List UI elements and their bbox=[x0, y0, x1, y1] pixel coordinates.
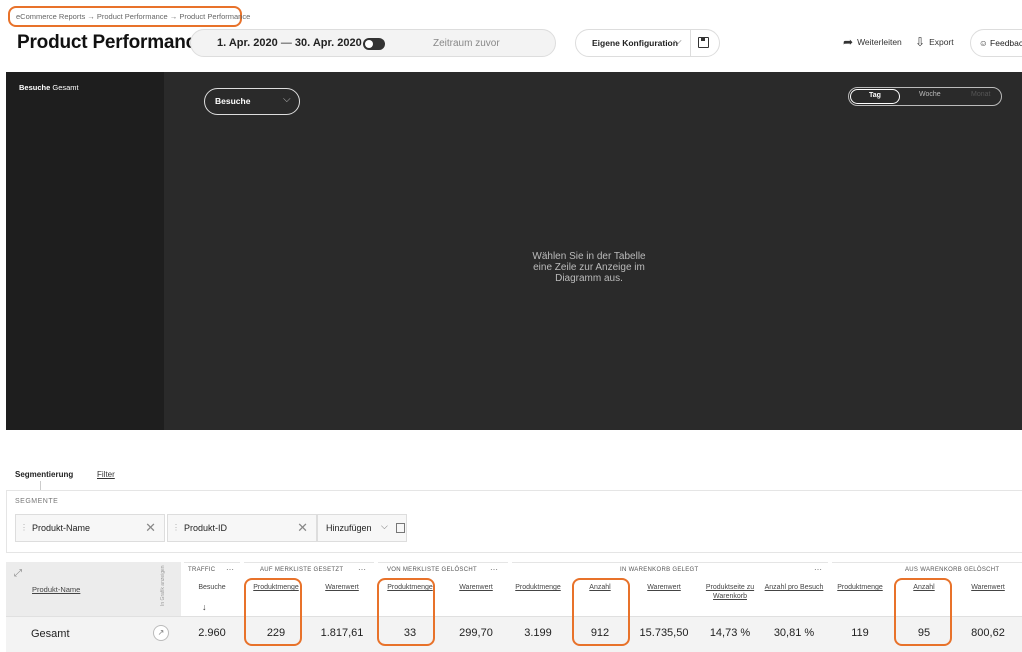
drag-handle-icon[interactable]: ⋮ bbox=[172, 523, 180, 532]
group-traffic: TRAFFIC bbox=[188, 567, 216, 573]
column-header-visits[interactable]: Besuche bbox=[184, 584, 240, 593]
expand-icon[interactable]: ⤢ bbox=[14, 568, 22, 579]
group-added-to-cart: IN WARENKORB GELEGT bbox=[620, 567, 699, 573]
feedback-label: Feedback bbox=[990, 38, 1022, 48]
divider bbox=[690, 30, 691, 56]
table-header: ⤢ Produkt-Name In Grafik anzeigen TRAFFI… bbox=[6, 562, 1022, 616]
group-removed-from-wishlist: VON MERKLISTE GELÖSCHT bbox=[387, 567, 477, 573]
chart-sidebar-title: Besuche Gesamt bbox=[19, 83, 79, 92]
close-icon[interactable]: ✕ bbox=[145, 520, 156, 536]
segment-chip-product-name[interactable]: ⋮ Produkt-Name ✕ bbox=[15, 514, 165, 542]
highlight-cart-count bbox=[572, 578, 630, 646]
chevron-down-icon: ⌵ bbox=[674, 36, 682, 47]
export-label: Export bbox=[929, 37, 954, 47]
period-toggle[interactable]: Tag Woche Monat bbox=[848, 87, 1002, 106]
chart-panel: Besuche Gesamt Besuche ⌵ Tag Woche Monat… bbox=[6, 72, 1022, 430]
configuration-select[interactable]: Eigene Konfiguration ⌵ bbox=[575, 29, 720, 57]
segment-chip-label: Produkt-Name bbox=[32, 523, 91, 533]
chart-empty-message: Wählen Sie in der Tabelle eine Zeile zur… bbox=[532, 251, 646, 284]
sort-desc-icon[interactable]: ↓ bbox=[202, 602, 207, 612]
total-label: Gesamt bbox=[31, 628, 70, 640]
date-separator: — bbox=[280, 37, 292, 49]
add-segment-button[interactable]: Hinzufügen ⌵ bbox=[317, 514, 407, 542]
configuration-label: Eigene Konfiguration bbox=[592, 38, 678, 48]
more-icon[interactable]: ⋯ bbox=[814, 565, 822, 574]
close-icon[interactable]: ✕ bbox=[297, 520, 308, 536]
export-button[interactable]: ⇩ Export bbox=[915, 35, 954, 49]
value-cart-removed-qty: 119 bbox=[851, 627, 869, 639]
name-column-header: ⤢ Produkt-Name In Grafik anzeigen bbox=[6, 562, 181, 616]
more-icon[interactable]: ⋯ bbox=[226, 565, 234, 574]
more-icon[interactable]: ⋯ bbox=[358, 565, 366, 574]
metric-select[interactable]: Besuche ⌵ bbox=[204, 88, 300, 115]
table-row-total[interactable]: Gesamt ↗ 2.960 229 1.817,61 33 299,70 3.… bbox=[6, 616, 1022, 652]
column-header-cart-value[interactable]: Warenwert bbox=[632, 584, 696, 593]
highlight-wishlist-removed-qty bbox=[377, 578, 435, 646]
add-segment-label: Hinzufügen bbox=[326, 523, 372, 533]
segments-label: SEGMENTE bbox=[15, 498, 59, 505]
period-week[interactable]: Woche bbox=[919, 91, 941, 98]
value-wishlist-value: 1.817,61 bbox=[320, 627, 364, 639]
share-icon: ➦ bbox=[843, 35, 854, 49]
chevron-down-icon: ⌵ bbox=[283, 94, 291, 105]
column-header-wishlist-value[interactable]: Warenwert bbox=[310, 584, 374, 593]
more-icon[interactable]: ⋯ bbox=[490, 565, 498, 574]
highlight-cart-removed-count bbox=[894, 578, 952, 646]
date-range-text[interactable]: 1. Apr. 2020 — 30. Apr. 2020 bbox=[217, 37, 362, 49]
value-visits: 2.960 bbox=[198, 627, 226, 639]
value-cart-qty: 3.199 bbox=[524, 627, 552, 639]
compare-toggle[interactable] bbox=[363, 38, 385, 50]
page-title: Product Performance bbox=[17, 32, 207, 53]
period-month[interactable]: Monat bbox=[971, 91, 990, 98]
column-header-cart-removed-qty[interactable]: Produktmenge bbox=[828, 584, 892, 593]
chart-sidebar: Besuche Gesamt bbox=[6, 72, 164, 430]
date-end: 30. Apr. 2020 bbox=[294, 37, 362, 49]
share-label: Weiterleiten bbox=[857, 37, 902, 47]
group-removed-from-cart: AUS WARENKORB GELÖSCHT bbox=[905, 567, 1000, 573]
column-header-page-to-cart[interactable]: Produktseite zu Warenkorb bbox=[698, 584, 762, 601]
feedback-content: ☺ Feedback bbox=[979, 38, 1022, 48]
value-wishlist-removed-value: 299,70 bbox=[459, 627, 493, 639]
value-cart-value: 15.735,50 bbox=[639, 627, 689, 639]
column-header-wishlist-removed-value[interactable]: Warenwert bbox=[444, 584, 508, 593]
date-start: 1. Apr. 2020 bbox=[217, 37, 278, 49]
value-count-per-visit: 30,81 % bbox=[773, 627, 815, 639]
value-page-to-cart: 14,73 % bbox=[709, 627, 751, 639]
tab-filter[interactable]: Filter bbox=[97, 470, 115, 479]
column-header-cart-qty[interactable]: Produktmenge bbox=[506, 584, 570, 593]
save-icon[interactable] bbox=[698, 37, 709, 48]
date-range-picker[interactable]: 1. Apr. 2020 — 30. Apr. 2020 Zeitraum zu… bbox=[190, 29, 556, 57]
chevron-down-icon: ⌵ bbox=[381, 521, 388, 531]
segments-panel: SEGMENTE ⋮ Produkt-Name ✕ ⋮ Produkt-ID ✕… bbox=[6, 490, 1022, 553]
show-in-chart-label: In Grafik anzeigen bbox=[160, 565, 166, 606]
highlight-wishlist-qty bbox=[244, 578, 302, 646]
tab-segmentation[interactable]: Segmentierung bbox=[15, 470, 73, 479]
trend-icon[interactable]: ↗ bbox=[153, 625, 169, 641]
group-added-to-wishlist: AUF MERKLISTE GESETZT bbox=[260, 567, 344, 573]
sidebar-metric: Besuche bbox=[19, 83, 51, 92]
column-header-cart-removed-value[interactable]: Warenwert bbox=[956, 584, 1020, 593]
feedback-button[interactable]: ☺ Feedback bbox=[970, 29, 1022, 57]
period-day[interactable]: Tag bbox=[850, 89, 900, 104]
breadcrumb[interactable]: eCommerce Reports → Product Performance … bbox=[8, 6, 250, 27]
sidebar-scope: Gesamt bbox=[52, 83, 79, 92]
column-header-product-name[interactable]: Produkt-Name bbox=[32, 585, 80, 594]
segment-chip-product-id[interactable]: ⋮ Produkt-ID ✕ bbox=[167, 514, 317, 542]
download-icon: ⇩ bbox=[915, 35, 926, 49]
value-cart-removed-value: 800,62 bbox=[971, 627, 1005, 639]
share-button[interactable]: ➦ Weiterleiten bbox=[843, 35, 902, 49]
smiley-icon: ☺ bbox=[979, 38, 991, 48]
column-header-count-per-visit[interactable]: Anzahl pro Besuch bbox=[762, 584, 826, 593]
drag-handle-icon[interactable]: ⋮ bbox=[20, 523, 28, 532]
compare-label: Zeitraum zuvor bbox=[433, 38, 500, 49]
grid-icon[interactable] bbox=[396, 523, 405, 533]
metric-label: Besuche bbox=[215, 96, 251, 106]
segment-chip-label: Produkt-ID bbox=[184, 523, 228, 533]
